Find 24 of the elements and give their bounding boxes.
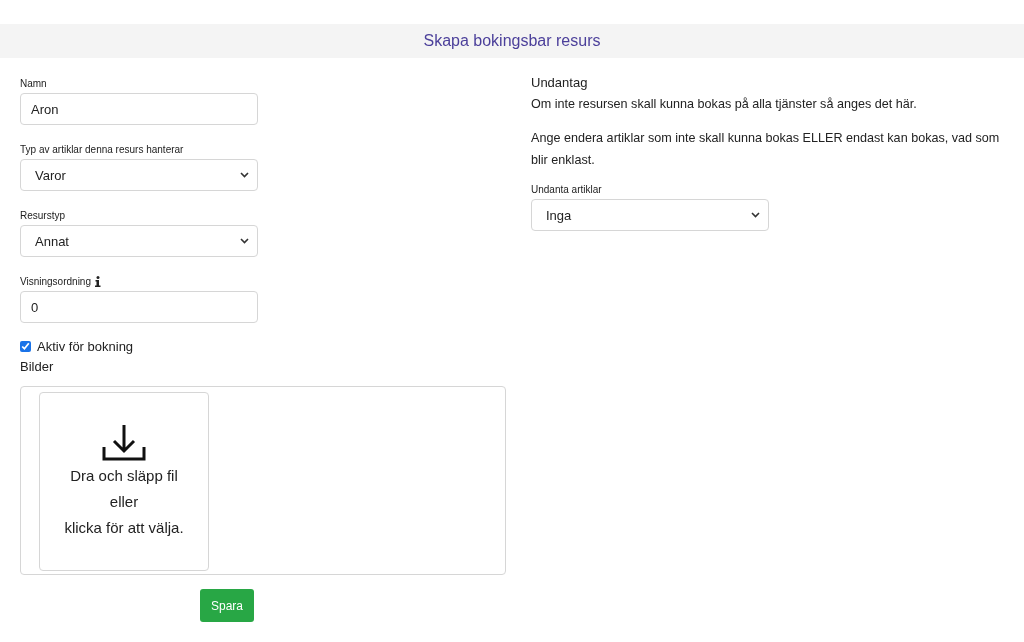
field-label: Namn <box>20 77 47 89</box>
section-title: Undantag <box>531 74 589 92</box>
chevron-down-icon <box>240 238 249 244</box>
dropzone[interactable]: Dra och släpp fil eller klicka för att välja. <box>39 392 209 571</box>
field-label: Typ av artiklar denna resurs hanterar <box>20 143 184 155</box>
download-icon <box>101 422 147 461</box>
checkbox-label: Aktiv för bokning <box>37 339 134 354</box>
select-field[interactable]: Varor <box>20 159 258 191</box>
description-text: Om inte resursen skall kunna bokas på alla tjänster så anges det här. <box>531 96 918 113</box>
chevron-down-icon <box>751 212 760 218</box>
field-label: Undanta artiklar <box>531 183 602 195</box>
input-field[interactable]: 0 <box>20 291 258 323</box>
field-label: Visningsordning <box>20 275 91 287</box>
chevron-down-icon <box>240 172 249 178</box>
description-text: Ange endera artiklar som inte skall kunna bokas ELLER endast kan bokas, vad som blir enklast. <box>531 130 1001 169</box>
info-icon[interactable] <box>95 275 101 287</box>
dropzone-text: Dra och släpp fil eller klicka för att välja. <box>64 465 184 538</box>
section-label: Bilder <box>20 359 55 374</box>
checkbox[interactable] <box>20 341 31 352</box>
page-title: Skapa bokingsbar resurs <box>423 32 601 50</box>
select-field[interactable]: Annat <box>20 225 258 257</box>
field-label: Resurstyp <box>20 209 65 221</box>
select-field[interactable]: Inga <box>531 199 769 231</box>
input-field[interactable]: Aron <box>20 93 258 125</box>
